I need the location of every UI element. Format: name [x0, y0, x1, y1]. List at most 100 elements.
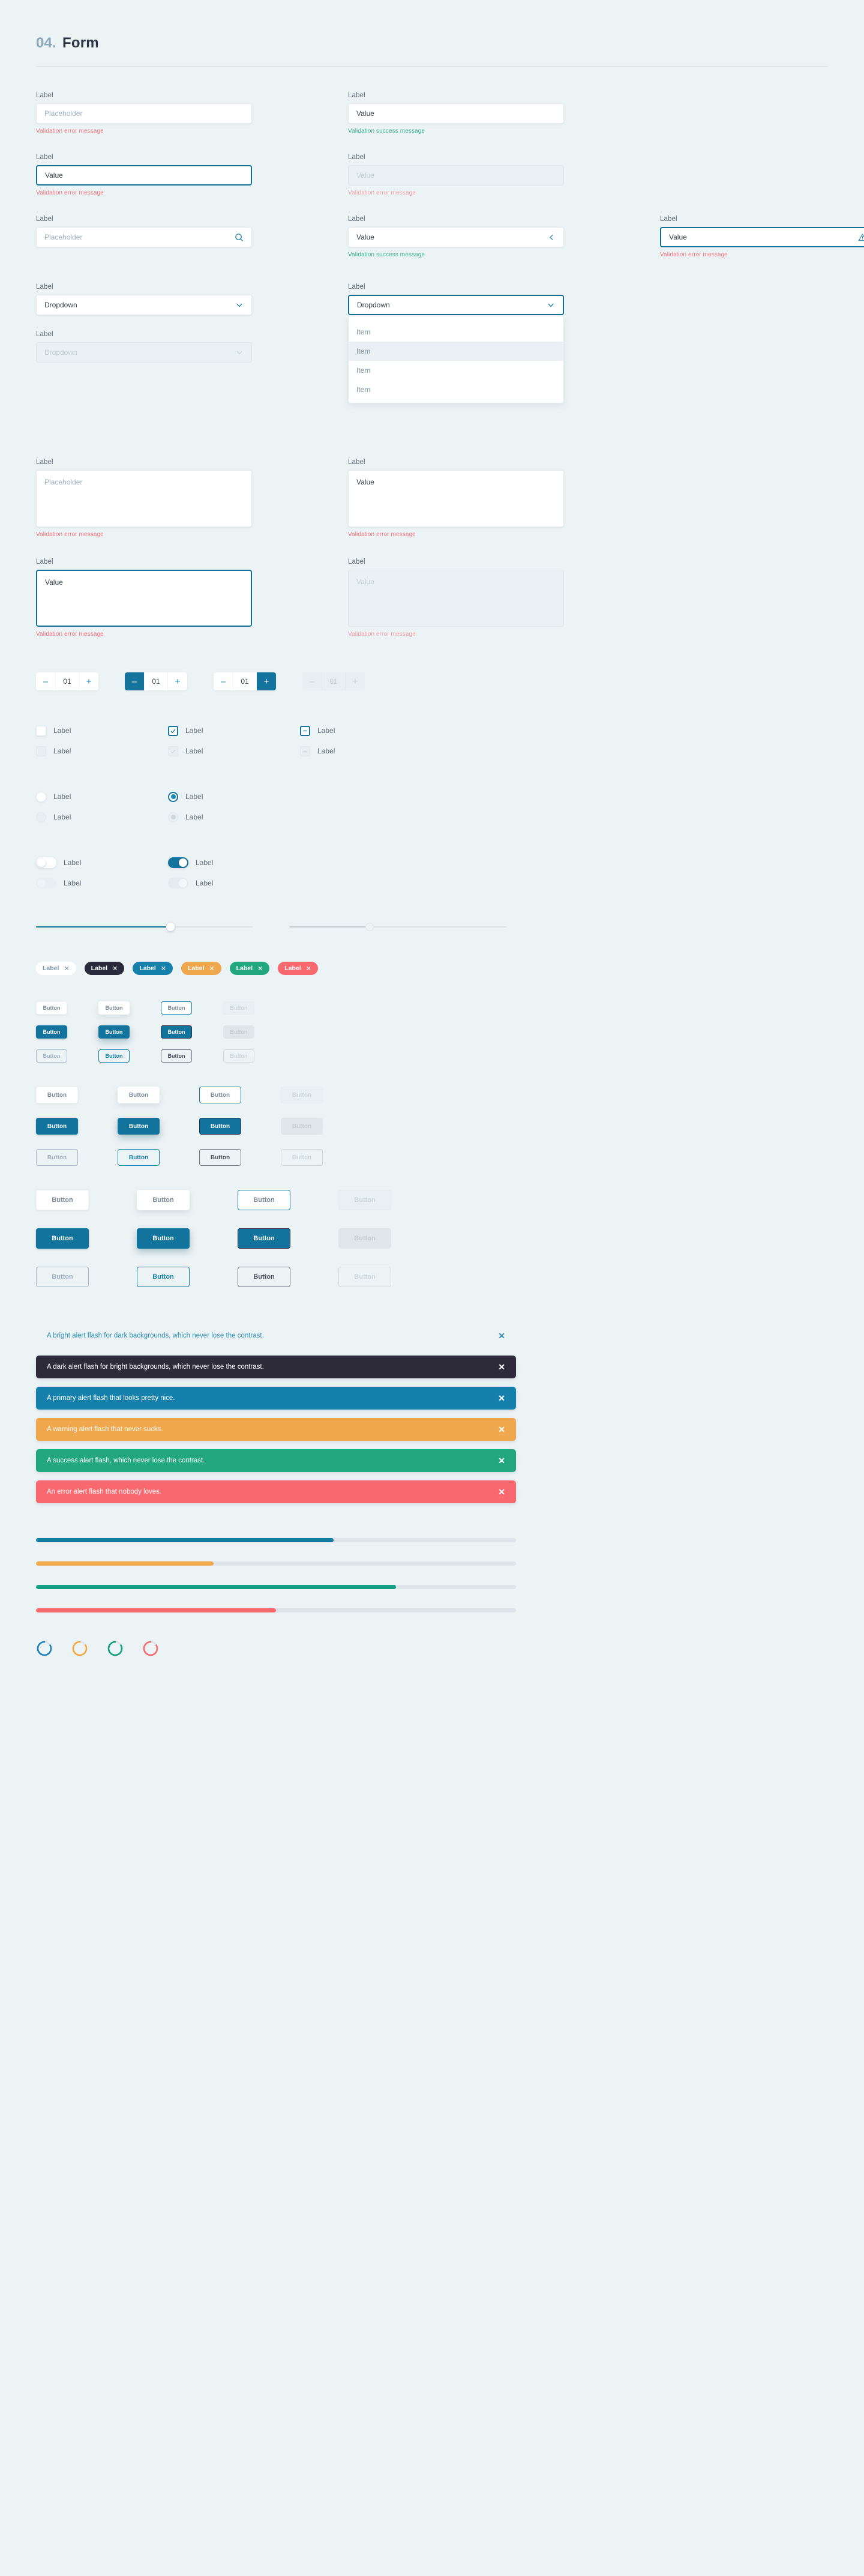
- input-group-value-success: Label Value Validation success message: [348, 92, 564, 134]
- button-outline-hover-large[interactable]: Button: [137, 1267, 190, 1287]
- warning-triangle-icon[interactable]: [858, 233, 864, 242]
- tag-chip[interactable]: Label ✕: [84, 962, 125, 975]
- checkbox-row: Label Label Label Label Label Label: [36, 720, 828, 761]
- stepper-value[interactable]: 01: [233, 672, 257, 690]
- textarea-placeholder[interactable]: Placeholder: [36, 470, 252, 527]
- toggle-switch-icon[interactable]: [168, 857, 188, 868]
- close-icon[interactable]: ✕: [498, 1331, 505, 1341]
- radio-circle-icon[interactable]: [36, 791, 46, 802]
- close-icon[interactable]: ✕: [498, 1487, 505, 1497]
- text-input-focused[interactable]: Value: [36, 165, 252, 186]
- tag-chip[interactable]: Label ✕: [36, 962, 76, 975]
- button-primary-hover-small[interactable]: Button: [98, 1025, 130, 1039]
- button-primary-default-medium[interactable]: Button: [36, 1118, 78, 1135]
- button-secondary-default-large[interactable]: Button: [36, 1190, 89, 1210]
- button-primary-default-large[interactable]: Button: [36, 1228, 89, 1249]
- button-primary-default-small[interactable]: Button: [36, 1025, 67, 1039]
- button-primary-focus-large[interactable]: Button: [238, 1228, 290, 1249]
- close-icon[interactable]: ✕: [498, 1456, 505, 1466]
- radio-selected-icon[interactable]: [168, 791, 178, 802]
- dropdown-item[interactable]: Item: [349, 380, 563, 399]
- button-outline-focus-large[interactable]: Button: [238, 1267, 290, 1287]
- button-outline-default-medium[interactable]: Button: [36, 1149, 78, 1166]
- stepper-decrement-button[interactable]: –: [125, 672, 144, 690]
- checkbox-box-icon[interactable]: [36, 725, 46, 736]
- button-outline-hover-medium[interactable]: Button: [118, 1149, 160, 1166]
- button-secondary-focus-large[interactable]: Button: [238, 1190, 290, 1210]
- textarea-value[interactable]: Value: [348, 470, 564, 527]
- text-input-value[interactable]: Value: [348, 103, 564, 124]
- stepper-default[interactable]: – 01 +: [36, 672, 98, 690]
- tag-chip[interactable]: Label ✕: [133, 962, 173, 975]
- stepper-decrement-button[interactable]: –: [214, 672, 233, 690]
- button-outline-default-large[interactable]: Button: [36, 1267, 89, 1287]
- button-secondary-focus-small[interactable]: Button: [161, 1001, 192, 1015]
- text-input-with-chevron[interactable]: Value: [348, 227, 564, 247]
- button-secondary-default-medium[interactable]: Button: [36, 1087, 78, 1103]
- tag-chip[interactable]: Label ✕: [278, 962, 318, 975]
- chevron-left-icon[interactable]: [548, 234, 556, 241]
- button-primary-hover-large[interactable]: Button: [137, 1228, 190, 1249]
- minus-icon[interactable]: [300, 725, 310, 736]
- tag-close-icon[interactable]: ✕: [257, 965, 263, 973]
- checkbox-label: Label: [185, 747, 203, 755]
- dropdown-open-trigger[interactable]: Dropdown: [348, 295, 564, 315]
- dropdown-closed[interactable]: Dropdown: [36, 295, 252, 315]
- button-primary-focus-small[interactable]: Button: [161, 1025, 192, 1039]
- chevron-down-icon[interactable]: [235, 301, 244, 309]
- button-outline-focus-medium[interactable]: Button: [199, 1149, 241, 1166]
- stepper-increment-button[interactable]: +: [79, 672, 98, 690]
- checkbox-unchecked[interactable]: Label: [36, 720, 168, 741]
- button-secondary-default-small[interactable]: Button: [36, 1001, 67, 1015]
- button-secondary-hover-large[interactable]: Button: [137, 1190, 190, 1210]
- checkbox-checked[interactable]: Label: [168, 720, 300, 741]
- slider-active[interactable]: [36, 921, 253, 933]
- tag-close-icon[interactable]: ✕: [64, 965, 69, 973]
- stepper-value[interactable]: 01: [144, 672, 168, 690]
- stepper-increment-button[interactable]: +: [168, 672, 187, 690]
- close-icon[interactable]: ✕: [498, 1425, 505, 1435]
- toggle-row: Label Label Label Label: [36, 852, 828, 893]
- button-outline-focus-small[interactable]: Button: [161, 1049, 192, 1063]
- tag-chip[interactable]: Label ✕: [181, 962, 221, 975]
- stepper-plus-active[interactable]: – 01 +: [214, 672, 276, 690]
- tag-close-icon[interactable]: ✕: [112, 965, 118, 973]
- tag-close-icon[interactable]: ✕: [209, 965, 214, 973]
- text-input-placeholder[interactable]: Placeholder: [36, 103, 252, 124]
- stepper-minus-active[interactable]: – 01 +: [125, 672, 187, 690]
- tag-close-icon[interactable]: ✕: [306, 965, 311, 973]
- stepper-value[interactable]: 01: [55, 672, 79, 690]
- radio-selected[interactable]: Label: [168, 786, 300, 807]
- search-input[interactable]: Placeholder: [36, 227, 252, 247]
- textarea-focused[interactable]: Value: [36, 570, 252, 627]
- close-icon[interactable]: ✕: [498, 1393, 505, 1404]
- check-icon[interactable]: [168, 725, 178, 736]
- chevron-down-icon[interactable]: [547, 301, 555, 309]
- toggle-switch-icon[interactable]: [36, 857, 56, 868]
- button-primary-hover-medium[interactable]: Button: [118, 1118, 160, 1135]
- dropdown-item[interactable]: Item: [349, 361, 563, 380]
- toggle-on[interactable]: Label: [168, 852, 300, 873]
- checkbox-indeterminate[interactable]: Label: [300, 720, 432, 741]
- radio-unselected[interactable]: Label: [36, 786, 168, 807]
- toggle-off[interactable]: Label: [36, 852, 168, 873]
- button-secondary-focus-medium[interactable]: Button: [199, 1087, 241, 1103]
- close-icon[interactable]: ✕: [498, 1362, 505, 1372]
- field-label: Label: [348, 154, 365, 161]
- slider-thumb[interactable]: [166, 923, 175, 931]
- button-secondary-hover-medium[interactable]: Button: [118, 1087, 160, 1103]
- stepper-increment-button[interactable]: +: [257, 672, 276, 690]
- tag-chip[interactable]: Label ✕: [229, 962, 270, 975]
- button-secondary-hover-small[interactable]: Button: [98, 1001, 130, 1015]
- button-secondary-disabled-small: Button: [223, 1001, 254, 1015]
- stepper-decrement-button[interactable]: –: [36, 672, 55, 690]
- button-outline-hover-small[interactable]: Button: [98, 1049, 130, 1063]
- search-icon[interactable]: [235, 233, 244, 242]
- button-primary-focus-medium[interactable]: Button: [199, 1118, 241, 1135]
- tag-close-icon[interactable]: ✕: [161, 965, 166, 973]
- text-input-warning[interactable]: Value: [660, 227, 864, 247]
- dropdown-item[interactable]: Item: [349, 342, 563, 361]
- dropdown-item[interactable]: Item: [349, 322, 563, 342]
- button-outline-default-small[interactable]: Button: [36, 1049, 67, 1063]
- alert-dark: A dark alert flash for bright background…: [36, 1356, 516, 1378]
